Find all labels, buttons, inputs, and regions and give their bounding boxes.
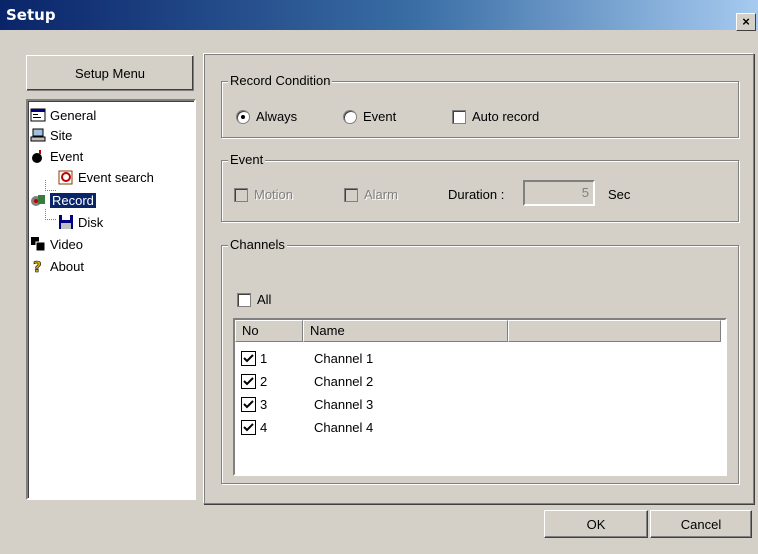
sidebar-item-label: Disk <box>78 214 104 230</box>
alarm-checkbox[interactable]: Alarm <box>344 187 398 202</box>
channel-name: Channel 3 <box>314 396 374 412</box>
title-bar: Setup × <box>0 0 758 31</box>
sidebar-item-label: Event search <box>78 169 154 185</box>
setup-dialog: Setup × Setup Menu General Site Event Ev… <box>0 0 758 554</box>
setup-menu-button[interactable]: Setup Menu <box>26 55 194 91</box>
channel-number: 1 <box>260 350 268 366</box>
column-header-extra[interactable] <box>508 320 721 342</box>
event-radio[interactable]: Event <box>343 109 396 124</box>
channel-name: Channel 4 <box>314 419 374 435</box>
checkbox-indicator <box>344 187 358 202</box>
ok-button[interactable]: OK <box>544 510 648 538</box>
channel-name: Channel 1 <box>314 350 374 366</box>
all-channels-checkbox[interactable]: All <box>237 292 271 307</box>
site-icon <box>30 127 46 143</box>
close-button[interactable]: × <box>736 13 756 31</box>
column-header-name[interactable]: Name <box>303 320 508 342</box>
event-search-icon <box>58 169 74 185</box>
channel-number: 2 <box>260 373 268 389</box>
table-row[interactable]: 3 Channel 3 <box>241 393 373 415</box>
svg-text:?: ? <box>33 258 42 274</box>
channel-list[interactable]: No Name 1 Channel 1 2 Channel 2 3 Channe… <box>233 318 727 476</box>
radio-label: Always <box>256 109 298 124</box>
radio-indicator <box>236 109 250 124</box>
sidebar-item-site[interactable]: Site <box>30 125 72 145</box>
general-icon <box>30 107 46 123</box>
sidebar-item-disk[interactable]: Disk <box>58 212 103 232</box>
checkbox-label: All <box>257 292 272 307</box>
sidebar-item-general[interactable]: General <box>30 105 96 125</box>
sidebar-item-event-search[interactable]: Event search <box>58 167 154 187</box>
window-title: Setup <box>6 6 56 24</box>
checkbox-label: Motion <box>254 187 294 202</box>
tree-connector <box>45 209 56 220</box>
channel-name: Channel 2 <box>314 373 374 389</box>
channel-checkbox[interactable] <box>241 350 256 366</box>
duration-label: Duration : <box>448 187 505 202</box>
group-title: Channels <box>228 237 287 252</box>
channel-checkbox[interactable] <box>241 396 256 412</box>
checkbox-label: Auto record <box>472 109 540 124</box>
group-title: Event <box>228 152 266 167</box>
duration-input[interactable]: 5 <box>523 180 595 206</box>
checkbox-label: Alarm <box>364 187 398 202</box>
disk-icon <box>58 214 74 230</box>
sidebar-item-record[interactable]: Record <box>30 190 96 210</box>
motion-checkbox[interactable]: Motion <box>234 187 293 202</box>
table-row[interactable]: 1 Channel 1 <box>241 347 373 369</box>
record-icon <box>30 192 46 208</box>
sidebar-item-label: Video <box>50 236 84 252</box>
sidebar-item-label: Event <box>50 148 84 164</box>
event-icon <box>30 148 46 164</box>
sidebar-item-label: About <box>50 258 84 274</box>
duration-unit: Sec <box>608 187 631 202</box>
sidebar-item-label: Site <box>50 127 73 143</box>
radio-indicator <box>343 109 357 124</box>
radio-label: Event <box>363 109 397 124</box>
setup-menu-tree: General Site Event Event search Record D… <box>26 99 196 500</box>
checkbox-indicator <box>234 187 248 202</box>
table-row[interactable]: 2 Channel 2 <box>241 370 373 392</box>
group-title: Record Condition <box>228 73 333 88</box>
checkbox-indicator <box>237 292 251 307</box>
channel-checkbox[interactable] <box>241 419 256 435</box>
channel-number: 4 <box>260 419 268 435</box>
table-row[interactable]: 4 Channel 4 <box>241 416 373 438</box>
always-radio[interactable]: Always <box>236 109 297 124</box>
checkbox-indicator <box>452 109 466 124</box>
channel-number: 3 <box>260 396 268 412</box>
sidebar-item-about[interactable]: ? About <box>30 256 84 277</box>
radio-dot <box>241 114 245 119</box>
sidebar-item-video[interactable]: Video <box>30 234 83 254</box>
sidebar-item-label: Record <box>50 192 96 208</box>
about-icon: ? <box>30 258 46 277</box>
sidebar-item-event[interactable]: Event <box>30 146 83 166</box>
video-icon <box>30 236 46 252</box>
column-header-no[interactable]: No <box>235 320 303 342</box>
cancel-button[interactable]: Cancel <box>650 510 752 538</box>
channel-checkbox[interactable] <box>241 373 256 389</box>
sidebar-item-label: General <box>50 107 97 123</box>
auto-record-checkbox[interactable]: Auto record <box>452 109 539 124</box>
